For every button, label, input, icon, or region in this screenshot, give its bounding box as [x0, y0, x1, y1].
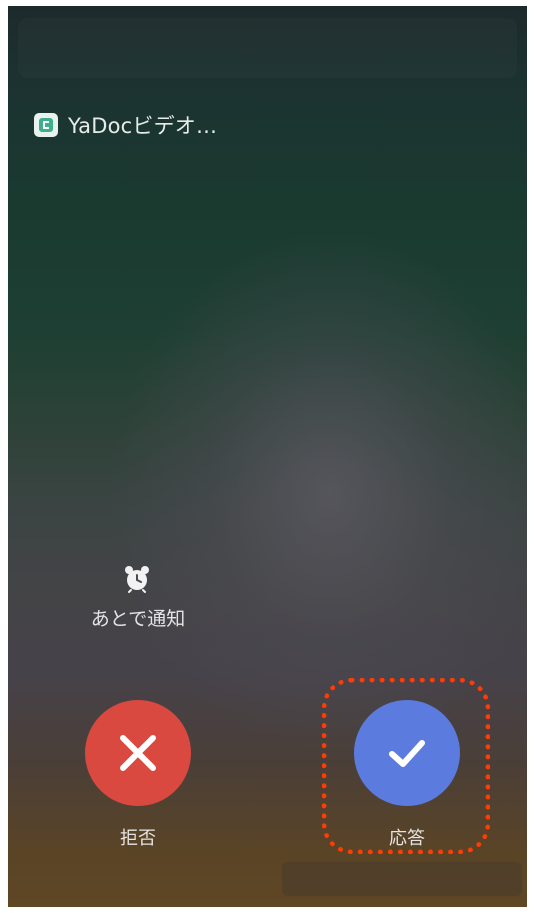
- yadoc-app-icon: [34, 113, 58, 137]
- notification-header: YaDocビデオ…: [34, 110, 217, 140]
- decline-button[interactable]: [85, 700, 191, 806]
- remind-later-label[interactable]: あとで通知: [68, 604, 208, 631]
- app-name: YaDocビデオ…: [68, 114, 218, 138]
- decline-label: 拒否: [120, 828, 156, 849]
- check-icon: [389, 740, 425, 767]
- alarm-clock-icon[interactable]: [122, 564, 152, 594]
- close-icon: [120, 735, 156, 771]
- status-area: [18, 18, 517, 78]
- bottom-shade: [282, 862, 522, 896]
- incoming-call-screen: YaDocビデオ… あとで通知 拒否 応答: [8, 6, 527, 907]
- accept-button[interactable]: [354, 700, 460, 806]
- accept-label: 応答: [389, 828, 425, 849]
